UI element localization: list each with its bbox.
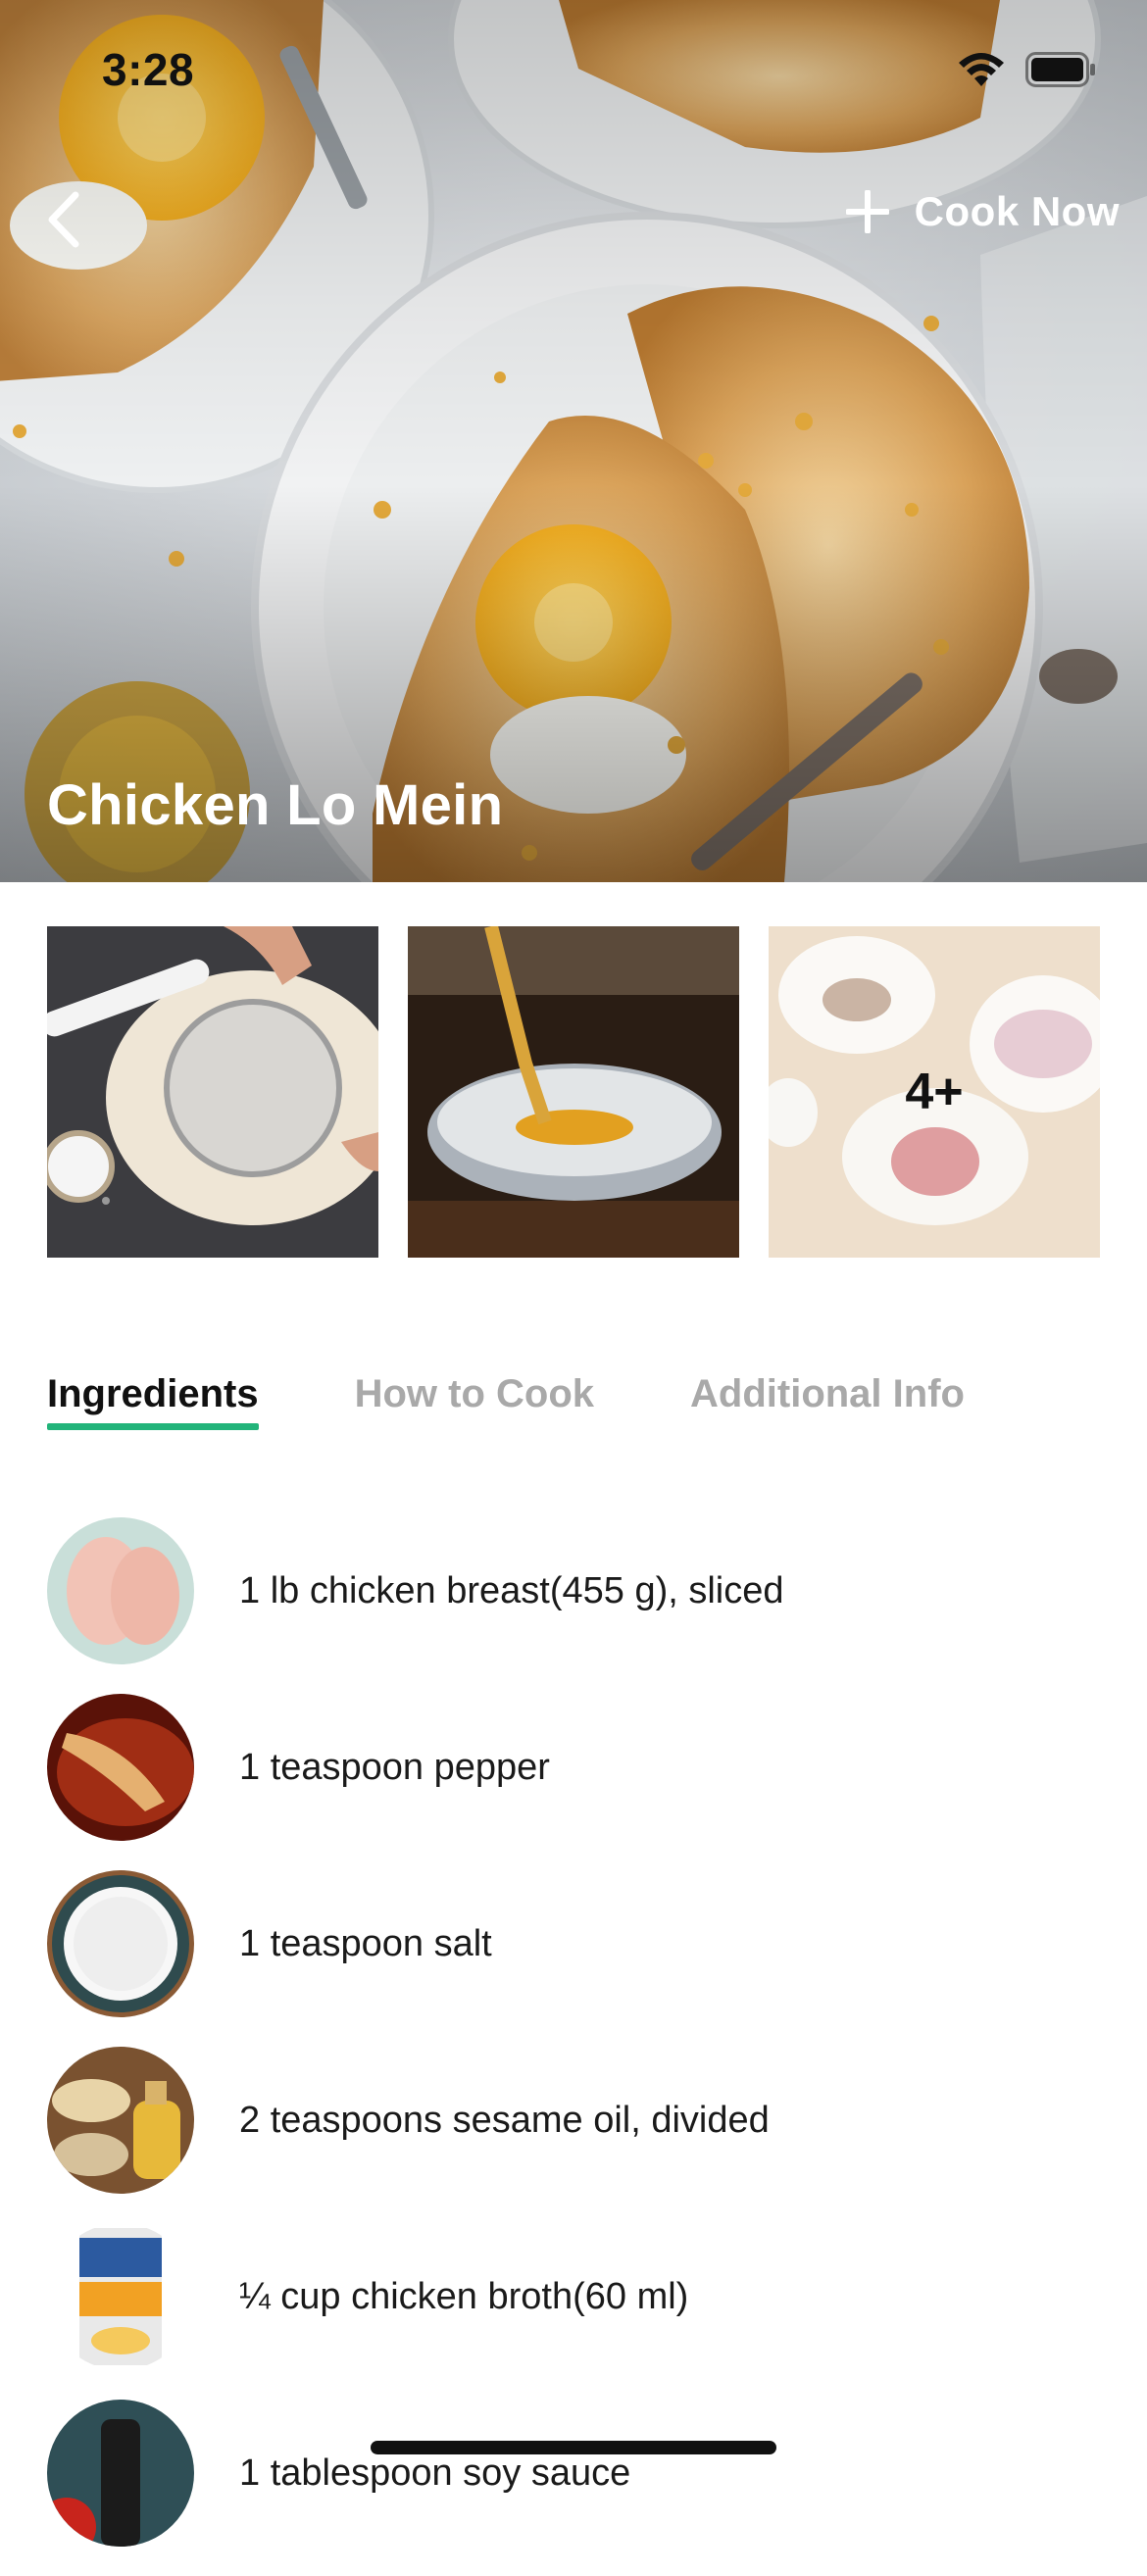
cook-now-label: Cook Now	[914, 188, 1120, 234]
list-item[interactable]: 1 teaspoon salt	[47, 1870, 1106, 2017]
ingredient-text: 1 teaspoon pepper	[239, 1746, 550, 1788]
ingredient-image-soy-sauce	[47, 2400, 194, 2547]
recipe-tabs: Ingredients How to Cook Additional Info	[47, 1372, 965, 1430]
gallery-photo-spices-bowl[interactable]	[408, 926, 739, 1258]
recipe-title: Chicken Lo Mein	[47, 773, 504, 837]
ingredient-text: 1 tablespoon soy sauce	[239, 2452, 631, 2494]
list-item[interactable]: 1 lb chicken breast(455 g), sliced	[47, 1517, 1106, 1664]
gallery-photo-more[interactable]: 4+	[769, 926, 1100, 1258]
back-button[interactable]	[39, 184, 88, 255]
ingredient-image-pepper	[47, 1694, 194, 1841]
battery-icon	[1025, 52, 1095, 87]
hero-image: 3:28 Cook Now Chicken Lo Mein	[0, 0, 1147, 882]
cook-now-button[interactable]: Cook Now	[845, 188, 1120, 235]
status-time: 3:28	[102, 44, 195, 95]
gallery-photo-rolling-dough[interactable]	[47, 926, 378, 1258]
home-indicator[interactable]	[371, 2441, 776, 2454]
more-photos-overlay: 4+	[769, 926, 1100, 1258]
ingredient-image-chicken	[47, 1517, 194, 1664]
ingredient-image-sesame-oil	[47, 2047, 194, 2194]
tab-additional-info[interactable]: Additional Info	[690, 1372, 965, 1430]
ingredient-image-chicken-broth	[47, 2223, 194, 2370]
list-item[interactable]: 1 tablespoon soy sauce	[47, 2400, 1106, 2547]
tab-how-to-cook[interactable]: How to Cook	[355, 1372, 594, 1430]
list-item[interactable]: 2 teaspoons sesame oil, divided	[47, 2047, 1106, 2194]
status-icons	[957, 51, 1096, 88]
chevron-left-icon	[48, 191, 79, 248]
ingredient-text: ¼ cup chicken broth(60 ml)	[239, 2275, 689, 2317]
ingredient-text: 2 teaspoons sesame oil, divided	[239, 2099, 770, 2141]
wifi-icon	[959, 53, 1004, 86]
tab-ingredients[interactable]: Ingredients	[47, 1372, 259, 1430]
ingredient-text: 1 lb chicken breast(455 g), sliced	[239, 1569, 784, 1611]
list-item[interactable]: ¼ cup chicken broth(60 ml)	[47, 2223, 1106, 2370]
plus-icon	[845, 190, 889, 233]
more-photos-count: 4+	[905, 1064, 964, 1120]
ingredients-list: 1 lb chicken breast(455 g), sliced 1 tea…	[47, 1517, 1106, 2576]
hero-gradient-overlay	[0, 0, 1147, 882]
ingredient-image-salt	[47, 1870, 194, 2017]
ingredient-text: 1 teaspoon salt	[239, 1922, 492, 1964]
list-item[interactable]: 1 teaspoon pepper	[47, 1694, 1106, 1841]
photo-gallery: 4+	[47, 926, 1100, 1258]
